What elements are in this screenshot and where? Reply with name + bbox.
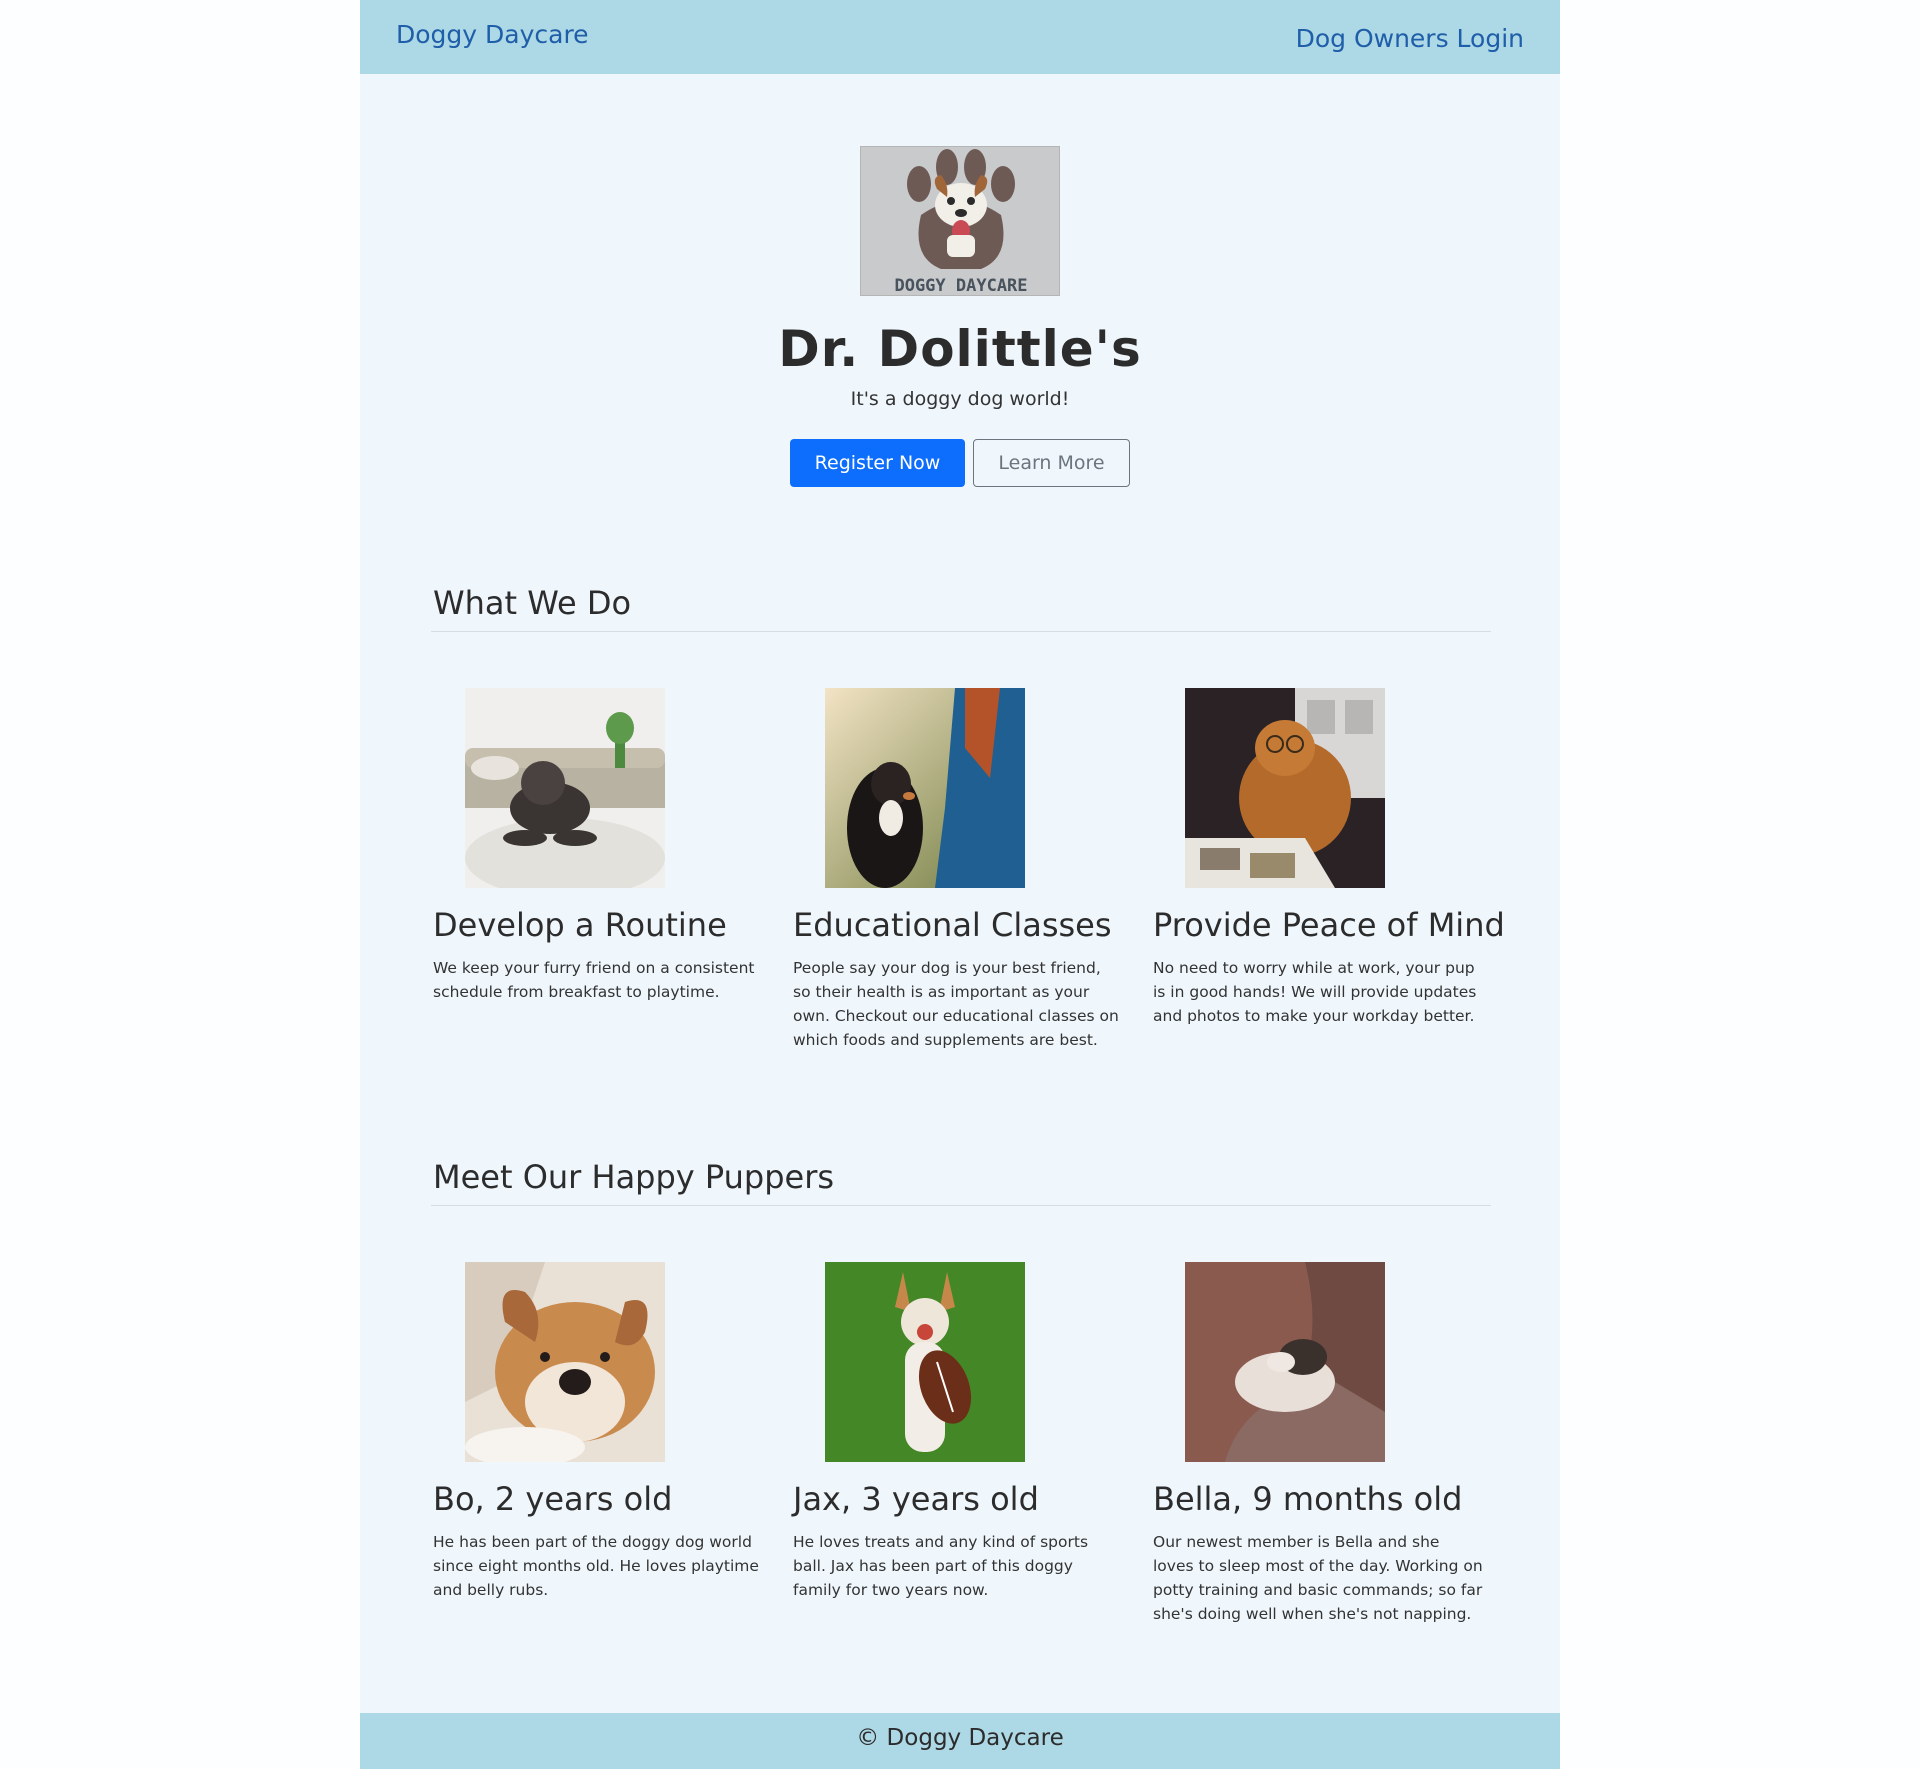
puppers-heading: Meet Our Happy Puppers xyxy=(433,1158,835,1196)
card-text: He has been part of the doggy dog world … xyxy=(433,1533,759,1599)
learn-more-button[interactable]: Learn More xyxy=(973,439,1130,487)
footer: © Doggy Daycare xyxy=(360,1713,1560,1769)
card-title: Educational Classes xyxy=(793,906,1112,944)
card-title: Provide Peace of Mind xyxy=(1153,906,1505,944)
card-text: Our newest member is Bella and she loves… xyxy=(1153,1533,1483,1623)
page: Doggy Daycare Dog Owners Login DOGGY DAY… xyxy=(360,0,1560,1769)
card-text: We keep your furry friend on a consisten… xyxy=(433,959,755,1001)
card-title: Jax, 3 years old xyxy=(793,1480,1039,1518)
register-now-button[interactable]: Register Now xyxy=(790,439,965,487)
what-we-do-heading: What We Do xyxy=(433,584,632,622)
bella-photo xyxy=(1185,1262,1385,1462)
dog-training-image xyxy=(825,688,1025,888)
bo-photo xyxy=(465,1262,665,1462)
section-divider xyxy=(431,1205,1491,1206)
card-text: People say your dog is your best friend,… xyxy=(793,959,1119,1049)
card-title: Develop a Routine xyxy=(433,906,727,944)
doggy-daycare-logo: DOGGY DAYCARE xyxy=(860,146,1060,296)
navbar: Doggy Daycare Dog Owners Login xyxy=(360,0,1560,74)
hero-title: Dr. Dolittle's xyxy=(778,320,1142,378)
dog-reading-image xyxy=(1185,688,1385,888)
card-title: Bo, 2 years old xyxy=(433,1480,673,1518)
dog-on-rug-image xyxy=(465,688,665,888)
hero-subtitle: It's a doggy dog world! xyxy=(850,388,1070,410)
card-text: No need to worry while at work, your pup… xyxy=(1153,959,1477,1025)
section-divider xyxy=(431,631,1491,632)
card-title: Bella, 9 months old xyxy=(1153,1480,1463,1518)
jax-photo xyxy=(825,1262,1025,1462)
logo-lettering: DOGGY DAYCARE xyxy=(894,276,1027,296)
dog-owners-login-link[interactable]: Dog Owners Login xyxy=(1296,24,1524,53)
brand-link[interactable]: Doggy Daycare xyxy=(396,20,589,49)
footer-copyright: © Doggy Daycare xyxy=(856,1725,1064,1751)
card-text: He loves treats and any kind of sports b… xyxy=(793,1533,1089,1599)
